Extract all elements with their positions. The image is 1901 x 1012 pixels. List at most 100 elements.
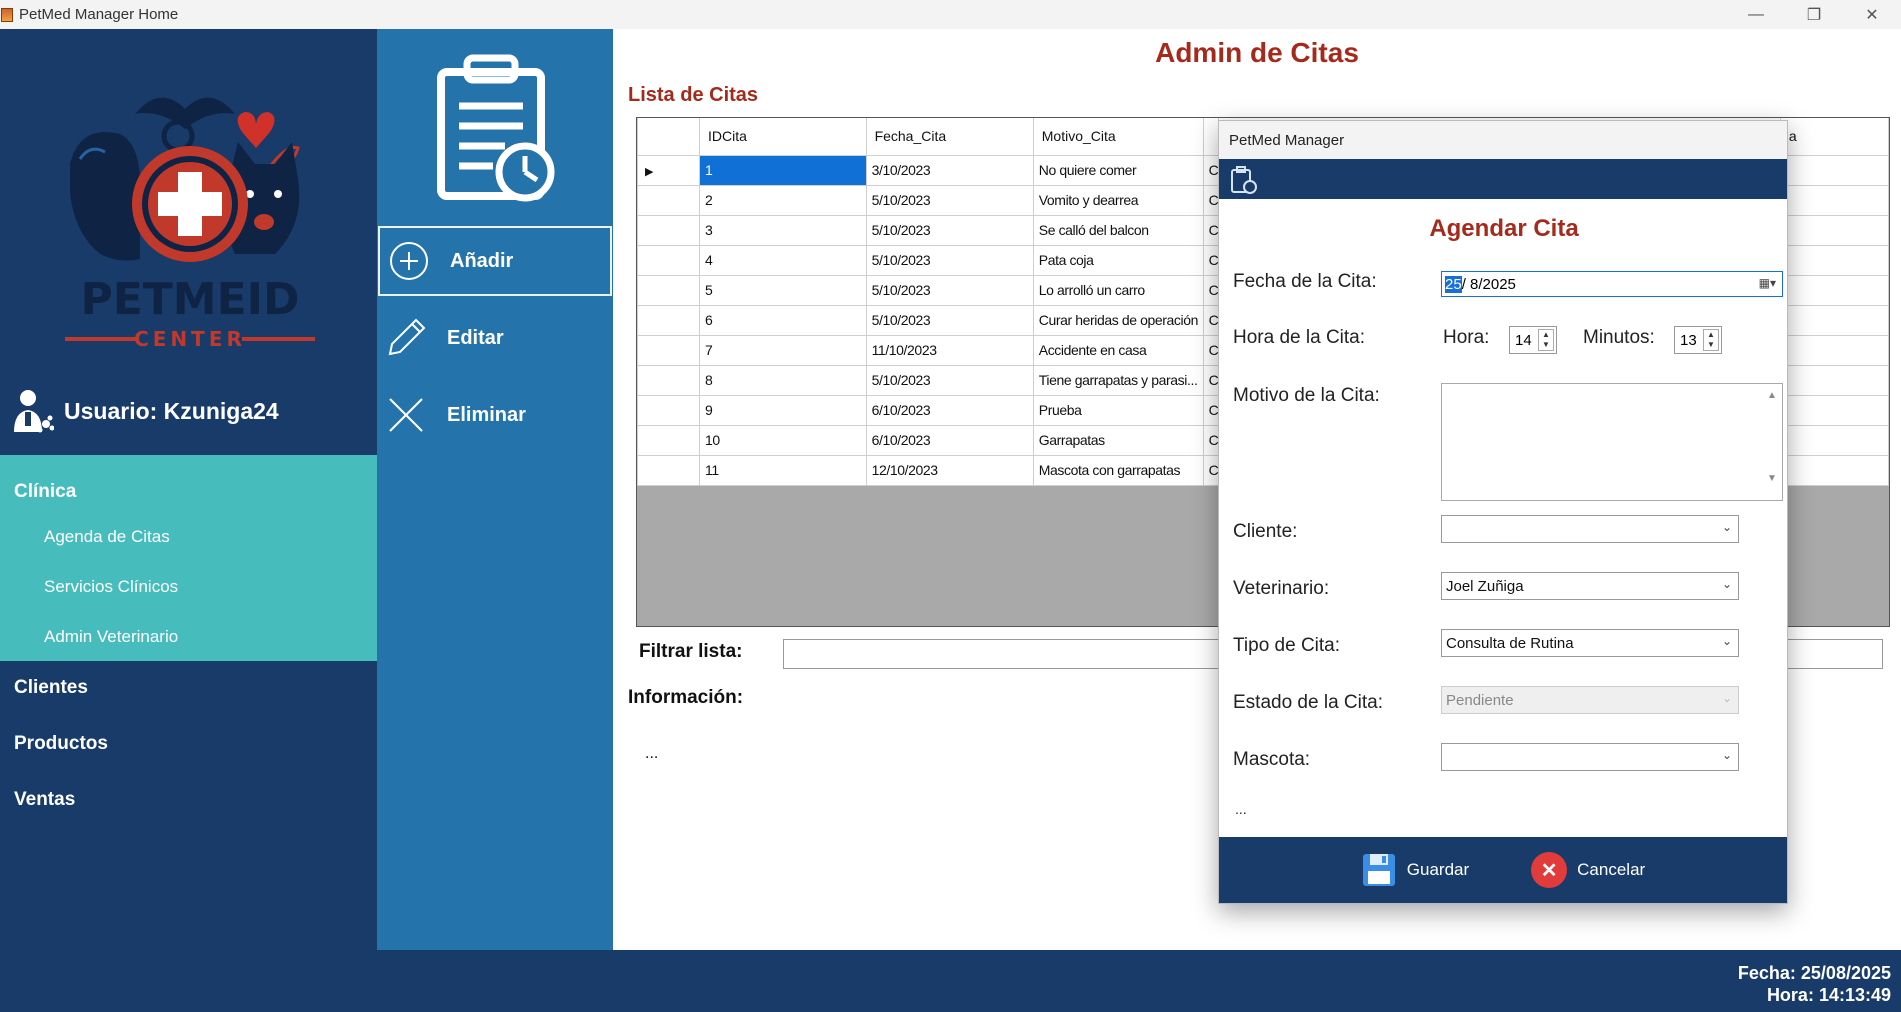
minutos-stepper[interactable]: 13 ▲ ▼ [1674, 326, 1722, 354]
submenu-agenda-citas[interactable]: Agenda de Citas [44, 527, 170, 547]
table-cell[interactable]: 2 [699, 184, 867, 216]
table-cell[interactable]: Accidente en casa [1032, 334, 1204, 366]
veterinario-select[interactable]: Joel Zuñiga ⌄ [1441, 572, 1739, 600]
estado-value: Pendiente [1446, 691, 1514, 709]
table-cell[interactable]: 5/10/2023 [865, 244, 1034, 276]
table-cell[interactable]: 7 [699, 334, 867, 366]
table-cell[interactable]: Tiene garrapatas y parasi... [1032, 364, 1204, 396]
row-header[interactable] [636, 304, 701, 336]
menu-productos[interactable]: Productos [14, 733, 108, 755]
hora-stepper[interactable]: 14 ▲ ▼ [1509, 326, 1557, 354]
row-header[interactable] [636, 454, 701, 486]
motivo-textarea[interactable]: ▲ ▼ [1441, 383, 1783, 501]
delete-button[interactable]: Eliminar [377, 380, 611, 450]
status-hora: Hora: 14:13:49 [1766, 985, 1891, 1005]
table-cell[interactable]: 6/10/2023 [865, 394, 1034, 426]
cliente-select[interactable]: ⌄ [1441, 515, 1739, 543]
table-cell[interactable]: C [1202, 394, 1220, 426]
fecha-rest-segment: / 8/2025 [1461, 275, 1516, 293]
table-cell[interactable]: 8 [699, 364, 867, 396]
row-header[interactable] [636, 244, 701, 276]
table-cell[interactable]: Pata coja [1032, 244, 1204, 276]
col-header-motivo[interactable]: Motivo_Cita [1032, 118, 1204, 156]
stepper-arrows-icon[interactable]: ▲ ▼ [1538, 329, 1554, 351]
col-header-idcita[interactable]: IDCita [699, 118, 867, 156]
menu-clinica[interactable]: Clínica [14, 481, 76, 503]
row-header[interactable] [636, 334, 701, 366]
table-cell[interactable]: 11/10/2023 [865, 334, 1034, 366]
status-fecha: Fecha: 25/08/2025 [1737, 963, 1891, 983]
row-header[interactable]: ▶ [636, 154, 701, 186]
dialog-header-band [1219, 159, 1787, 199]
x-icon [384, 393, 428, 437]
guardar-button[interactable]: Guardar [1361, 852, 1469, 888]
table-cell[interactable]: 3/10/2023 [865, 154, 1034, 186]
textarea-scrollbar[interactable]: ▲ ▼ [1762, 384, 1782, 500]
table-cell[interactable]: 10 [699, 424, 867, 456]
row-header[interactable] [636, 274, 701, 306]
minimize-icon[interactable]: — [1727, 0, 1785, 29]
table-cell[interactable]: 11 [699, 454, 867, 486]
edit-button-label: Editar [447, 326, 504, 349]
edit-button[interactable]: Editar [377, 303, 611, 373]
table-cell[interactable]: C [1202, 454, 1220, 486]
table-cell[interactable]: Vomito y dearrea [1032, 184, 1204, 216]
table-cell[interactable]: 6 [699, 304, 867, 336]
table-cell[interactable]: No quiere comer [1032, 154, 1204, 186]
user-name-label: Usuario: Kzuniga24 [64, 397, 279, 424]
table-cell[interactable]: Garrapatas [1032, 424, 1204, 456]
table-cell[interactable]: 5/10/2023 [865, 304, 1034, 336]
submenu-servicios-clinicos[interactable]: Servicios Clínicos [44, 577, 178, 597]
table-cell[interactable]: Prueba [1032, 394, 1204, 426]
table-cell[interactable]: 5/10/2023 [865, 364, 1034, 396]
table-cell[interactable]: C [1202, 334, 1220, 366]
table-cell[interactable]: 9 [699, 394, 867, 426]
action-toolbar: Añadir Editar Eliminar [377, 29, 613, 950]
table-cell[interactable]: C [1202, 274, 1220, 306]
table-cell[interactable]: 5/10/2023 [865, 274, 1034, 306]
row-header[interactable] [636, 184, 701, 216]
col-header-hidden[interactable] [1202, 118, 1220, 156]
table-cell[interactable]: 4 [699, 244, 867, 276]
close-icon[interactable]: ✕ [1843, 0, 1901, 29]
table-cell[interactable]: 12/10/2023 [865, 454, 1034, 486]
table-cell[interactable]: 6/10/2023 [865, 424, 1034, 456]
table-cell[interactable]: C [1202, 154, 1220, 186]
cancelar-button[interactable]: ✕ Cancelar [1531, 852, 1645, 888]
add-button[interactable]: Añadir [378, 226, 612, 296]
submenu-admin-veterinario[interactable]: Admin Veterinario [44, 627, 178, 647]
fecha-date-picker[interactable]: 25 / 8/2025 ▦▾ [1441, 271, 1783, 297]
table-cell[interactable]: 5/10/2023 [865, 184, 1034, 216]
table-cell[interactable]: C [1202, 364, 1220, 396]
calendar-icon[interactable]: ▦▾ [1759, 276, 1776, 290]
row-header[interactable] [636, 364, 701, 396]
col-header-tail[interactable]: a [1779, 118, 1890, 156]
mascota-select[interactable]: ⌄ [1441, 743, 1739, 771]
table-cell[interactable]: Se calló del balcon [1032, 214, 1204, 246]
row-header[interactable] [636, 424, 701, 456]
tipo-cita-select[interactable]: Consulta de Rutina ⌄ [1441, 629, 1739, 657]
table-cell[interactable]: Mascota con garrapatas [1032, 454, 1204, 486]
table-cell[interactable]: C [1202, 184, 1220, 216]
chevron-down-icon: ⌄ [1721, 691, 1732, 705]
table-cell[interactable]: C [1202, 304, 1220, 336]
table-cell[interactable]: C [1202, 214, 1220, 246]
restore-icon[interactable]: ❐ [1785, 0, 1843, 29]
col-header-fecha[interactable]: Fecha_Cita [865, 118, 1034, 156]
menu-clientes[interactable]: Clientes [14, 677, 88, 699]
row-header[interactable] [636, 394, 701, 426]
table-cell[interactable]: Lo arrolló un carro [1032, 274, 1204, 306]
chevron-down-icon: ⌄ [1721, 520, 1732, 534]
table-cell[interactable]: C [1202, 244, 1220, 276]
table-cell[interactable]: C [1202, 424, 1220, 456]
table-cell[interactable]: Curar heridas de operación [1032, 304, 1204, 336]
fecha-day-segment[interactable]: 25 [1445, 275, 1462, 293]
stepper-arrows-icon[interactable]: ▲ ▼ [1703, 329, 1719, 351]
row-header[interactable] [636, 214, 701, 246]
table-cell[interactable]: 5 [699, 274, 867, 306]
table-cell[interactable]: 3 [699, 214, 867, 246]
menu-ventas[interactable]: Ventas [14, 789, 75, 811]
table-cell[interactable]: 1 [699, 154, 867, 186]
plus-circle-icon [387, 239, 431, 283]
table-cell[interactable]: 5/10/2023 [865, 214, 1034, 246]
